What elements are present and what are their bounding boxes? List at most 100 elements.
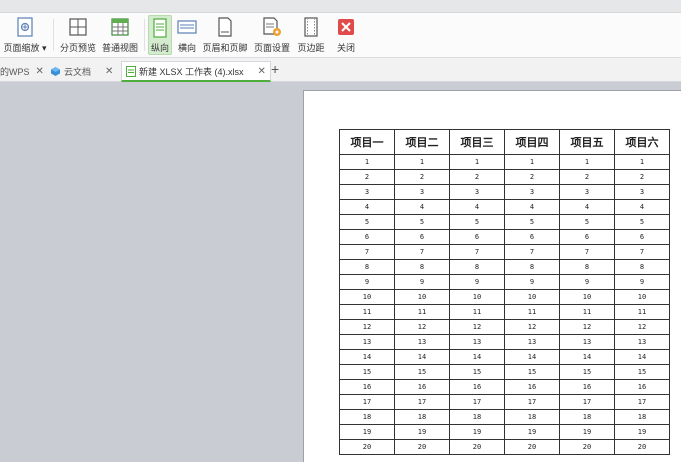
table-cell: 6 bbox=[559, 229, 615, 245]
table-row: 444444 bbox=[339, 199, 670, 215]
tab-close-icon[interactable]: ✕ bbox=[36, 66, 44, 77]
table-cell: 14 bbox=[394, 349, 450, 365]
table-cell: 17 bbox=[449, 394, 505, 410]
table-cell: 7 bbox=[614, 244, 670, 260]
table-cell: 15 bbox=[559, 364, 615, 380]
table-cell: 7 bbox=[504, 244, 560, 260]
table-cell: 2 bbox=[504, 169, 560, 185]
table-cell: 18 bbox=[394, 409, 450, 425]
table-cell: 3 bbox=[559, 184, 615, 200]
margins-label: 页边距 bbox=[297, 43, 325, 53]
table-cell: 3 bbox=[339, 184, 395, 200]
table-cell: 17 bbox=[339, 394, 395, 410]
table-cell: 4 bbox=[449, 199, 505, 215]
tab-cloud-docs[interactable]: 云文档 ✕ bbox=[50, 61, 113, 82]
table-cell: 20 bbox=[339, 439, 395, 455]
table-cell: 13 bbox=[394, 334, 450, 350]
table-cell: 15 bbox=[394, 364, 450, 380]
table-cell: 1 bbox=[559, 154, 615, 170]
table-row: 15 15 15 15 15 15 bbox=[339, 364, 670, 380]
table-cell: 5 bbox=[394, 214, 450, 230]
table-cell: 8 bbox=[614, 259, 670, 275]
table-row: 18 18 18 18 18 18 bbox=[339, 409, 670, 425]
table-cell: 19 bbox=[394, 424, 450, 440]
table-cell: 19 bbox=[614, 424, 670, 440]
table-cell: 14 bbox=[504, 349, 560, 365]
close-preview-button[interactable]: 关闭 bbox=[335, 15, 357, 55]
table-cell: 7 bbox=[339, 244, 395, 260]
normal-view-button[interactable]: 普通视图 bbox=[101, 15, 139, 55]
header-footer-button[interactable]: 页眉和页脚 bbox=[203, 15, 248, 55]
title-strip bbox=[0, 0, 681, 13]
table-body: 1111112222223333334444445555556666667777… bbox=[339, 154, 670, 455]
table-cell: 17 bbox=[614, 394, 670, 410]
table-cell: 17 bbox=[504, 394, 560, 410]
table-cell: 11 bbox=[394, 304, 450, 320]
table-cell: 16 bbox=[449, 379, 505, 395]
table-cell: 13 bbox=[559, 334, 615, 350]
table-cell: 14 bbox=[559, 349, 615, 365]
table-cell: 11 bbox=[559, 304, 615, 320]
portrait-label: 纵向 bbox=[150, 43, 169, 53]
tab-close-icon[interactable]: ✕ bbox=[105, 66, 113, 77]
table-cell: 4 bbox=[394, 199, 450, 215]
table-cell: 3 bbox=[504, 184, 560, 200]
table-cell: 10 bbox=[339, 289, 395, 305]
table-cell: 10 bbox=[614, 289, 670, 305]
table-cell: 19 bbox=[504, 424, 560, 440]
landscape-button[interactable]: 横向 bbox=[175, 15, 199, 55]
margins-icon bbox=[300, 16, 322, 38]
tab-new-xlsx[interactable]: 新建 XLSX 工作表 (4).xlsx ✕ bbox=[121, 61, 271, 82]
table-cell: 8 bbox=[339, 259, 395, 275]
table-cell: 9 bbox=[339, 274, 395, 290]
new-tab-icon[interactable]: + bbox=[271, 62, 279, 76]
close-label: 关闭 bbox=[336, 43, 355, 53]
table-cell: 6 bbox=[614, 229, 670, 245]
page-break-preview-button[interactable]: 分页预览 bbox=[59, 15, 97, 55]
table-cell: 4 bbox=[504, 199, 560, 215]
table-cell: 7 bbox=[559, 244, 615, 260]
table-cell: 18 bbox=[559, 409, 615, 425]
table-cell: 2 bbox=[339, 169, 395, 185]
tab-close-icon[interactable]: ✕ bbox=[258, 66, 266, 77]
page-setup-button[interactable]: 页面设置 bbox=[252, 15, 292, 55]
table-row: 222222 bbox=[339, 169, 670, 185]
margins-button[interactable]: 页边距 bbox=[296, 15, 326, 55]
table-cell: 5 bbox=[504, 214, 560, 230]
portrait-button[interactable]: 纵向 bbox=[148, 15, 172, 55]
table-cell: 2 bbox=[394, 169, 450, 185]
table-row: 111111 bbox=[339, 154, 670, 170]
column-header: 项目三 bbox=[449, 129, 505, 155]
table-cell: 2 bbox=[614, 169, 670, 185]
table-cell: 17 bbox=[394, 394, 450, 410]
table-cell: 12 bbox=[449, 319, 505, 335]
table-row: 10 10 10 10 10 10 bbox=[339, 289, 670, 305]
table-cell: 17 bbox=[559, 394, 615, 410]
table-cell: 11 bbox=[449, 304, 505, 320]
table-row: 666666 bbox=[339, 229, 670, 245]
page-scale-button[interactable]: 页面缩放 ▾ bbox=[2, 15, 48, 55]
page-break-preview-label: 分页预览 bbox=[59, 43, 96, 53]
table-cell: 10 bbox=[394, 289, 450, 305]
print-preview-ribbon: 页面缩放 ▾ 分页预览 普通视图 纵向 横向 页眉和页脚 页面设置 页边距 关闭 bbox=[0, 13, 681, 58]
table-cell: 18 bbox=[504, 409, 560, 425]
column-header: 项目四 bbox=[504, 129, 560, 155]
tab-my-wps[interactable]: 的WPS ✕ bbox=[0, 61, 44, 82]
tab-label: 云文档 bbox=[64, 67, 92, 77]
ribbon-separator bbox=[144, 19, 145, 51]
table-cell: 1 bbox=[504, 154, 560, 170]
table-cell: 12 bbox=[559, 319, 615, 335]
table-cell: 20 bbox=[394, 439, 450, 455]
table-cell: 14 bbox=[614, 349, 670, 365]
table-cell: 2 bbox=[559, 169, 615, 185]
table-cell: 7 bbox=[449, 244, 505, 260]
table-cell: 6 bbox=[449, 229, 505, 245]
table-cell: 5 bbox=[449, 214, 505, 230]
table-cell: 15 bbox=[504, 364, 560, 380]
table-cell: 13 bbox=[504, 334, 560, 350]
table-row: 555555 bbox=[339, 214, 670, 230]
table-cell: 16 bbox=[394, 379, 450, 395]
table-cell: 6 bbox=[504, 229, 560, 245]
column-header: 项目一 bbox=[339, 129, 395, 155]
table-cell: 20 bbox=[504, 439, 560, 455]
